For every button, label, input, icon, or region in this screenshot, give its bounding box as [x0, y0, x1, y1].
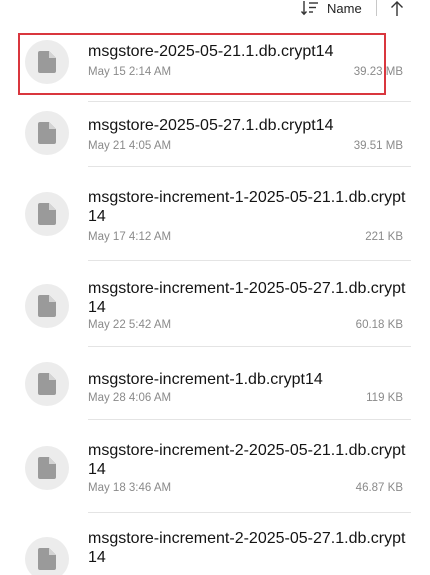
file-icon: [25, 362, 69, 406]
file-browser-screen: Name msgstore-2025-05-21.1.db.crypt14 Ma…: [0, 0, 430, 575]
row-divider: [88, 419, 411, 420]
file-icon: [25, 40, 69, 84]
file-name: msgstore-increment-2-2025-05-27.1.db.cry…: [88, 530, 406, 566]
file-name: msgstore-2025-05-21.1.db.crypt14: [88, 43, 334, 60]
row-divider: [88, 166, 411, 167]
file-list: msgstore-2025-05-21.1.db.crypt14 May 15 …: [0, 0, 430, 575]
file-size: 46.87 KB: [355, 482, 403, 494]
row-divider: [88, 512, 411, 513]
row-divider: [88, 101, 411, 102]
file-date: May 28 4:06 AM: [88, 392, 172, 404]
file-date: May 17 4:12 AM: [88, 231, 172, 243]
file-icon: [25, 284, 69, 328]
file-name: msgstore-increment-1-2025-05-21.1.db.cry…: [88, 189, 406, 225]
file-name: msgstore-2025-05-27.1.db.crypt14: [88, 117, 334, 134]
file-icon: [25, 192, 69, 236]
row-divider: [88, 346, 411, 347]
file-date: May 21 4:05 AM: [88, 140, 172, 152]
file-icon: [25, 537, 69, 575]
file-size: 60.18 KB: [355, 319, 403, 331]
file-name: msgstore-increment-1.db.crypt14: [88, 371, 323, 388]
file-size: 39.51 MB: [353, 140, 403, 152]
row-divider: [88, 260, 411, 261]
file-icon: [25, 111, 69, 155]
file-name: msgstore-increment-2-2025-05-21.1.db.cry…: [88, 442, 406, 478]
file-date: May 18 3:46 AM: [88, 482, 172, 494]
file-size: 39.23 MB: [353, 66, 403, 78]
file-name: msgstore-increment-1-2025-05-27.1.db.cry…: [88, 280, 406, 316]
file-icon: [25, 446, 69, 490]
file-size: 119 KB: [366, 392, 403, 404]
file-date: May 22 5:42 AM: [88, 319, 172, 331]
file-date: May 15 2:14 AM: [88, 66, 172, 78]
file-size: 221 KB: [365, 231, 403, 243]
